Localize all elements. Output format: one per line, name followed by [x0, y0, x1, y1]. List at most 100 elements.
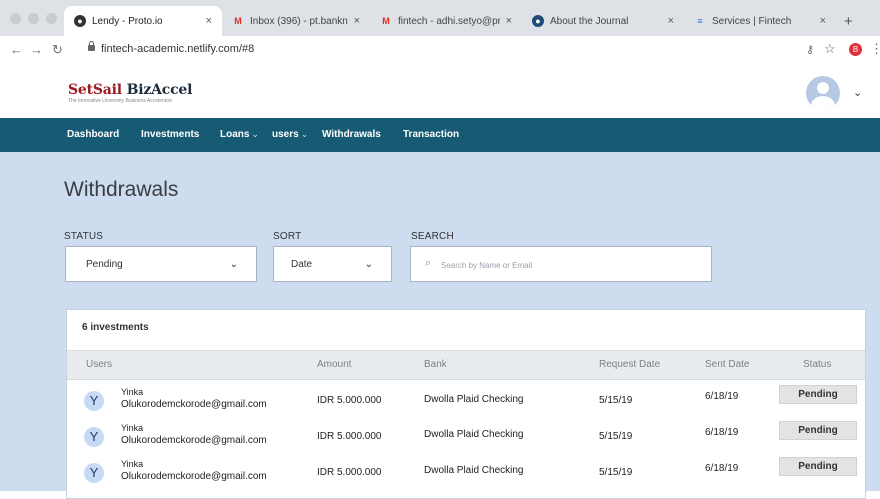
- tab-label: fintech - adhi.setyo@preside...: [398, 15, 500, 27]
- browser-tab-journal[interactable]: ● About the Journal ×: [522, 6, 684, 36]
- nav-item-investments[interactable]: Investments: [141, 129, 199, 140]
- request-date-cell: 5/15/19: [599, 431, 633, 442]
- column-header-status[interactable]: Status: [803, 359, 831, 370]
- user-email: Olukorodemckorode@gmail.com: [121, 471, 267, 482]
- amount-cell: IDR 5.000.000: [317, 395, 382, 406]
- sent-date-cell: 6/18/19: [705, 427, 739, 438]
- close-tab-icon[interactable]: ×: [506, 15, 512, 27]
- tab-label: Lendy - Proto.io: [92, 15, 163, 27]
- browser-tab-bar: ● Lendy - Proto.io × M Inbox (396) - pt.…: [0, 0, 880, 36]
- amount-cell: IDR 5.000.000: [317, 467, 382, 478]
- main-content: Withdrawals STATUS Pending ⌄ SORT Date ⌄…: [0, 152, 880, 499]
- sort-select-value: Date: [291, 259, 313, 270]
- chevron-down-icon: ⌄: [229, 259, 238, 270]
- status-badge[interactable]: Pending: [779, 421, 857, 440]
- table-row[interactable]: Y Yinka Olukorodemckorode@gmail.com IDR …: [67, 456, 865, 492]
- user-avatar: Y: [84, 427, 104, 447]
- sort-filter-label: SORT: [273, 231, 302, 242]
- status-select-value: Pending: [86, 259, 123, 270]
- chevron-down-icon: ⌄: [251, 129, 259, 139]
- browser-menu-icon[interactable]: ⋮: [870, 41, 880, 57]
- url-input[interactable]: fintech-academic.netlify.com/#8: [101, 43, 254, 55]
- bank-cell: Dwolla Plaid Checking: [424, 465, 524, 476]
- sent-date-cell: 6/18/19: [705, 463, 739, 474]
- browser-profile-avatar[interactable]: B: [849, 43, 862, 56]
- status-badge[interactable]: Pending: [779, 457, 857, 476]
- back-arrow-icon[interactable]: ←: [10, 42, 23, 57]
- close-window-button[interactable]: [10, 13, 21, 24]
- status-badge[interactable]: Pending: [779, 385, 857, 404]
- browser-tab-fintech-mail[interactable]: M fintech - adhi.setyo@preside... ×: [370, 6, 522, 36]
- tab-label: Services | Fintech: [712, 15, 792, 27]
- chevron-down-icon: ⌄: [364, 259, 373, 270]
- main-nav: Dashboard Investments Loans ⌄ users ⌄ With…: [0, 118, 880, 152]
- amount-cell: IDR 5.000.000: [317, 431, 382, 442]
- logo-text-bizaccel: BizAccel: [126, 82, 193, 98]
- user-name: Yinka: [121, 387, 144, 397]
- journal-icon: ●: [532, 15, 544, 27]
- request-date-cell: 5/15/19: [599, 395, 633, 406]
- column-header-bank[interactable]: Bank: [424, 359, 447, 370]
- browser-tab-services[interactable]: ≡ Services | Fintech ×: [684, 6, 836, 36]
- table-header: Users Amount Bank Request Date Sent Date…: [67, 350, 865, 380]
- tab-label: About the Journal: [550, 15, 629, 27]
- status-select[interactable]: Pending ⌄: [65, 246, 257, 282]
- minimize-window-button[interactable]: [28, 13, 39, 24]
- lock-icon: [88, 41, 95, 51]
- chevron-down-icon: ⌄: [300, 129, 309, 139]
- user-name: Yinka: [121, 459, 144, 469]
- search-filter-label: SEARCH: [411, 231, 454, 242]
- page-title: Withdrawals: [64, 178, 179, 201]
- column-header-request-date[interactable]: Request Date: [599, 359, 660, 370]
- close-tab-icon[interactable]: ×: [820, 15, 826, 27]
- chevron-down-icon[interactable]: ⌄: [853, 86, 862, 99]
- brand-tagline: The Innovative University Business Accel…: [68, 98, 173, 104]
- nav-item-users[interactable]: users ⌄: [272, 129, 308, 140]
- request-date-cell: 5/15/19: [599, 467, 633, 478]
- user-avatar: Y: [84, 391, 104, 411]
- browser-tab-lendy[interactable]: ● Lendy - Proto.io ×: [64, 6, 222, 36]
- forward-arrow-icon[interactable]: →: [30, 42, 43, 57]
- sent-date-cell: 6/18/19: [705, 391, 739, 402]
- column-header-sent-date[interactable]: Sent Date: [705, 359, 749, 370]
- close-tab-icon[interactable]: ×: [354, 15, 360, 27]
- column-header-users[interactable]: Users: [86, 359, 112, 370]
- search-box: ⌕: [410, 246, 712, 282]
- bank-cell: Dwolla Plaid Checking: [424, 394, 524, 405]
- window-controls: [10, 13, 57, 24]
- status-filter-label: STATUS: [64, 231, 104, 242]
- nav-item-loans[interactable]: Loans ⌄: [220, 129, 259, 140]
- search-input[interactable]: [441, 256, 691, 274]
- close-tab-icon[interactable]: ×: [668, 15, 674, 27]
- user-avatar-icon[interactable]: [806, 76, 840, 110]
- key-icon[interactable]: ⚷: [806, 43, 814, 56]
- nav-item-withdrawals[interactable]: Withdrawals: [322, 129, 381, 140]
- nav-item-transaction[interactable]: Transaction: [403, 129, 459, 140]
- nav-item-dashboard[interactable]: Dashboard: [67, 129, 119, 140]
- column-header-amount[interactable]: Amount: [317, 359, 351, 370]
- address-bar: ← → ↻ fintech-academic.netlify.com/#8 ⚷ …: [0, 36, 880, 65]
- fintech-icon: ≡: [697, 16, 703, 26]
- user-avatar: Y: [84, 463, 104, 483]
- gmail-icon: M: [382, 16, 390, 26]
- browser-tab-inbox[interactable]: M Inbox (396) - pt.banknegara... ×: [222, 6, 370, 36]
- table-row[interactable]: Y Yinka Olukorodemckorode@gmail.com IDR …: [67, 384, 865, 420]
- user-name: Yinka: [121, 423, 144, 433]
- brand-logo[interactable]: SetSail BizAccel: [68, 82, 192, 98]
- new-tab-button[interactable]: +: [844, 13, 853, 30]
- app-header: SetSail BizAccel The Innovative Universi…: [0, 64, 880, 118]
- sort-select[interactable]: Date ⌄: [273, 246, 392, 282]
- maximize-window-button[interactable]: [46, 13, 57, 24]
- reload-icon[interactable]: ↻: [52, 42, 63, 58]
- withdrawals-table-card: 6 investments Users Amount Bank Request …: [66, 309, 866, 499]
- table-row[interactable]: Y Yinka Olukorodemckorode@gmail.com IDR …: [67, 420, 865, 456]
- logo-text-setsail: SetSail: [68, 82, 127, 98]
- user-email: Olukorodemckorode@gmail.com: [121, 399, 267, 410]
- gmail-icon: M: [234, 16, 242, 26]
- tab-label: Inbox (396) - pt.banknegara...: [250, 15, 348, 27]
- close-tab-icon[interactable]: ×: [206, 15, 212, 27]
- proto-icon: ●: [74, 15, 86, 27]
- bookmark-star-icon[interactable]: ☆: [824, 41, 836, 57]
- investments-count: 6 investments: [82, 322, 149, 333]
- search-icon: ⌕: [425, 257, 432, 269]
